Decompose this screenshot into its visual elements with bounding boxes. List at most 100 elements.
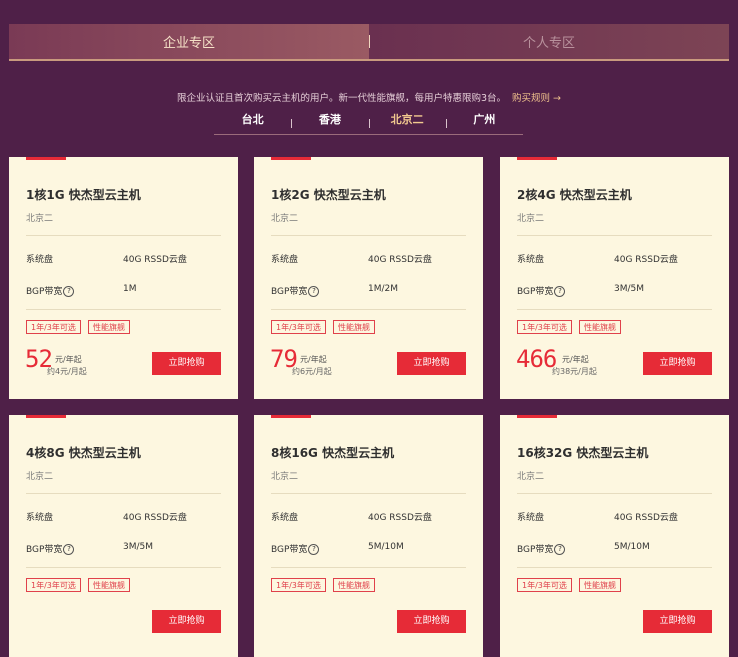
card-title: 16核32G 快杰型云主机 xyxy=(517,446,649,460)
product-card: 4核8G 快杰型云主机 北京二 系统盘 40G RSSD云盘 BGP带宽? 3M… xyxy=(9,415,238,657)
tab-personal[interactable]: 个人专区 xyxy=(369,24,729,59)
region-taipei[interactable]: 台北 xyxy=(214,112,291,134)
bandwidth-label: BGP带宽? xyxy=(517,542,566,555)
question-icon[interactable]: ? xyxy=(308,286,320,297)
card-region: 北京二 xyxy=(271,472,299,482)
card-accent-bar xyxy=(26,415,66,418)
tag-flagship: 性能旗舰 xyxy=(333,578,375,592)
question-icon[interactable]: ? xyxy=(554,544,566,555)
promo-notice: 限企业认证且首次购买云主机的用户。新一代性能旗舰，每用户特惠限购3台。 购买规则 … xyxy=(0,90,738,104)
divider xyxy=(271,235,466,236)
card-accent-bar xyxy=(26,157,66,160)
purchase-rules-link[interactable]: 购买规则 → xyxy=(512,93,561,104)
bandwidth-label-text: BGP带宽 xyxy=(271,545,308,555)
card-title: 2核4G 快杰型云主机 xyxy=(517,188,632,202)
tag-term: 1年/3年可选 xyxy=(26,578,81,592)
price-unit: 元/年起 xyxy=(55,355,82,364)
divider xyxy=(517,309,712,310)
product-card: 8核16G 快杰型云主机 北京二 系统盘 40G RSSD云盘 BGP带宽? 5… xyxy=(254,415,483,657)
region-guangzhou[interactable]: 广州 xyxy=(445,112,523,134)
product-card: 1核2G 快杰型云主机 北京二 系统盘 40G RSSD云盘 BGP带宽? 1M… xyxy=(254,157,483,399)
price-unit: 元/年起 xyxy=(562,355,589,364)
region-separator xyxy=(291,119,293,128)
tabs-underline xyxy=(9,59,729,61)
buy-button[interactable]: 立即抢购 xyxy=(643,610,712,633)
region-label: 台北 xyxy=(241,113,264,126)
bandwidth-label-text: BGP带宽 xyxy=(517,287,554,297)
zone-tabs: 企业专区 个人专区 xyxy=(9,24,729,59)
card-title: 4核8G 快杰型云主机 xyxy=(26,446,141,460)
product-card: 2核4G 快杰型云主机 北京二 系统盘 40G RSSD云盘 BGP带宽? 3M… xyxy=(500,157,729,399)
question-icon[interactable]: ? xyxy=(63,286,75,297)
bandwidth-label-text: BGP带宽 xyxy=(26,545,63,555)
disk-value: 40G RSSD云盘 xyxy=(614,513,678,523)
card-region: 北京二 xyxy=(271,214,299,224)
tag-flagship: 性能旗舰 xyxy=(88,578,130,592)
divider xyxy=(271,493,466,494)
divider xyxy=(517,567,712,568)
card-accent-bar xyxy=(271,157,311,160)
divider xyxy=(26,567,221,568)
bandwidth-label-text: BGP带宽 xyxy=(271,287,308,297)
price-value: 466 xyxy=(516,345,557,373)
region-beijing2[interactable]: 北京二 xyxy=(368,112,446,134)
divider xyxy=(26,235,221,236)
disk-label: 系统盘 xyxy=(271,255,299,265)
bandwidth-label-text: BGP带宽 xyxy=(26,287,63,297)
bandwidth-label: BGP带宽? xyxy=(26,542,75,555)
monthly-price: 约6元/月起 xyxy=(292,367,332,376)
question-icon[interactable]: ? xyxy=(63,544,75,555)
card-region: 北京二 xyxy=(26,472,54,482)
product-card: 16核32G 快杰型云主机 北京二 系统盘 40G RSSD云盘 BGP带宽? … xyxy=(500,415,729,657)
disk-label: 系统盘 xyxy=(517,255,545,265)
disk-label: 系统盘 xyxy=(517,513,545,523)
notice-text: 限企业认证且首次购买云主机的用户。新一代性能旗舰，每用户特惠限购3台。 xyxy=(176,93,507,104)
disk-value: 40G RSSD云盘 xyxy=(614,255,678,265)
disk-label: 系统盘 xyxy=(26,255,54,265)
card-title: 8核16G 快杰型云主机 xyxy=(271,446,395,460)
buy-button[interactable]: 立即抢购 xyxy=(397,352,466,375)
card-accent-bar xyxy=(271,415,311,418)
card-accent-bar xyxy=(517,157,557,160)
region-separator xyxy=(445,119,447,128)
region-hongkong[interactable]: 香港 xyxy=(291,112,368,134)
region-label: 北京二 xyxy=(390,113,424,126)
card-title: 1核1G 快杰型云主机 xyxy=(26,188,141,202)
region-selector: 台北 香港 北京二 广州 xyxy=(214,112,523,135)
tag-term: 1年/3年可选 xyxy=(517,320,572,334)
card-region: 北京二 xyxy=(517,214,545,224)
monthly-price: 约38元/月起 xyxy=(552,367,597,376)
bandwidth-value: 3M/5M xyxy=(123,542,154,552)
buy-button[interactable]: 立即抢购 xyxy=(152,352,221,375)
region-label: 香港 xyxy=(318,113,341,126)
divider xyxy=(271,567,466,568)
card-accent-bar xyxy=(517,415,557,418)
divider xyxy=(271,309,466,310)
tab-divider xyxy=(369,35,370,48)
bandwidth-label-text: BGP带宽 xyxy=(517,545,554,555)
tag-flagship: 性能旗舰 xyxy=(579,320,621,334)
bandwidth-value: 5M/10M xyxy=(368,542,404,552)
card-title: 1核2G 快杰型云主机 xyxy=(271,188,386,202)
price-unit: 元/年起 xyxy=(300,355,327,364)
question-icon[interactable]: ? xyxy=(308,544,320,555)
region-label: 广州 xyxy=(473,113,496,126)
buy-button[interactable]: 立即抢购 xyxy=(643,352,712,375)
buy-button[interactable]: 立即抢购 xyxy=(152,610,221,633)
divider xyxy=(517,493,712,494)
bandwidth-label: BGP带宽? xyxy=(271,542,320,555)
region-separator xyxy=(368,119,370,128)
bandwidth-label: BGP带宽? xyxy=(271,284,320,297)
question-icon[interactable]: ? xyxy=(554,286,566,297)
buy-button[interactable]: 立即抢购 xyxy=(397,610,466,633)
tab-enterprise[interactable]: 企业专区 xyxy=(9,24,369,59)
product-card: 1核1G 快杰型云主机 北京二 系统盘 40G RSSD云盘 BGP带宽? 1M… xyxy=(9,157,238,399)
bandwidth-value: 1M xyxy=(123,284,137,294)
divider xyxy=(26,493,221,494)
disk-value: 40G RSSD云盘 xyxy=(123,255,187,265)
tag-term: 1年/3年可选 xyxy=(26,320,81,334)
disk-value: 40G RSSD云盘 xyxy=(123,513,187,523)
tag-flagship: 性能旗舰 xyxy=(88,320,130,334)
bandwidth-value: 3M/5M xyxy=(614,284,645,294)
bandwidth-label: BGP带宽? xyxy=(26,284,75,297)
